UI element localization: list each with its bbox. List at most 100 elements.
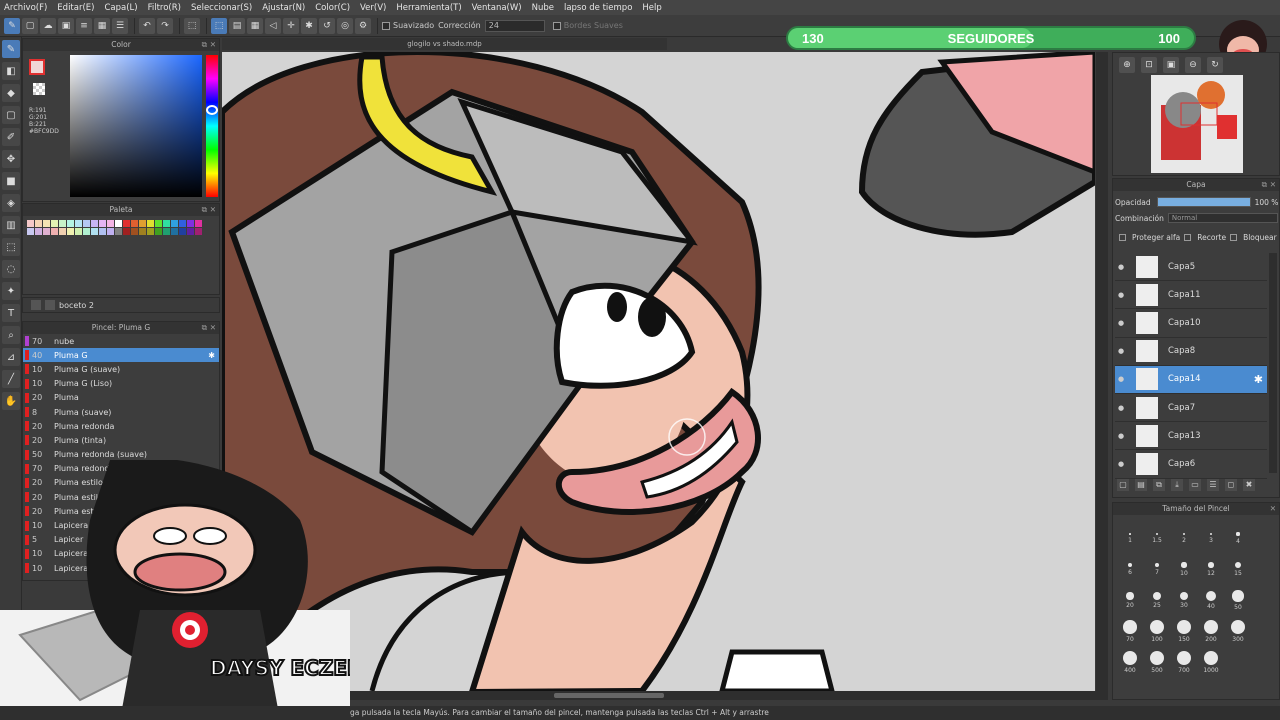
menu-item[interactable]: Ajustar(N) xyxy=(262,3,305,13)
menu-item[interactable]: Herramienta(T) xyxy=(396,3,461,13)
brush-item[interactable]: 8 Pluma (suave) xyxy=(23,405,219,419)
brush-size-option[interactable]: 150 xyxy=(1171,618,1197,645)
cloud-icon[interactable]: ☁ xyxy=(40,17,56,34)
visibility-icon[interactable]: ● xyxy=(1118,404,1130,412)
drawing-canvas[interactable] xyxy=(222,52,1095,691)
palette-swatch[interactable] xyxy=(51,228,58,235)
hand-tool-icon[interactable]: ✋ xyxy=(2,392,20,410)
brush-size-option[interactable]: 70 xyxy=(1117,618,1143,645)
undo-icon[interactable]: ↶ xyxy=(139,17,155,34)
merge-layer-icon[interactable]: ⤓ xyxy=(1171,479,1183,491)
brush-size-option[interactable]: 2 xyxy=(1171,525,1197,552)
palette-swatch[interactable] xyxy=(27,220,34,227)
palette-swatch[interactable] xyxy=(115,220,122,227)
layer-item[interactable]: ● Capa10 xyxy=(1115,309,1267,338)
visibility-icon[interactable]: ● xyxy=(1118,347,1130,355)
hue-slider[interactable] xyxy=(206,55,218,197)
bucket-tool-icon[interactable]: ◈ xyxy=(2,194,20,212)
palette-swatch[interactable] xyxy=(75,228,82,235)
suavizado-checkbox[interactable] xyxy=(382,21,390,30)
foreground-color-swatch[interactable] xyxy=(29,59,45,75)
eraser-tool-icon[interactable]: ◧ xyxy=(2,62,20,80)
layer-menu-icon[interactable]: ☰ xyxy=(1207,479,1219,491)
brush-item[interactable]: 10 Pluma G (Liso) xyxy=(23,377,219,391)
zoom-in-icon[interactable]: ⊕ xyxy=(1119,57,1135,73)
palette-swatch[interactable] xyxy=(91,228,98,235)
visibility-icon[interactable]: ● xyxy=(1118,432,1130,440)
brush-settings-icon[interactable]: ✱ xyxy=(208,351,215,360)
new-vector-layer-icon[interactable]: ▤ xyxy=(1135,479,1147,491)
palette-swatch[interactable] xyxy=(195,220,202,227)
brush-size-option[interactable]: 10 xyxy=(1171,556,1197,583)
brush-size-option[interactable]: 25 xyxy=(1144,587,1170,614)
brush-size-option[interactable]: 100 xyxy=(1144,618,1170,645)
brush-size-option[interactable]: 6 xyxy=(1117,556,1143,583)
brush-item[interactable]: 40 Pluma G ✱ xyxy=(23,348,219,363)
brush-size-option[interactable]: 300 xyxy=(1225,618,1251,645)
layer-settings-icon[interactable]: ✱ xyxy=(1254,373,1263,386)
brush-size-option[interactable]: 200 xyxy=(1198,618,1224,645)
radial-icon[interactable]: ✱ xyxy=(301,17,317,34)
perspective-icon[interactable]: ◁ xyxy=(265,17,281,34)
eyedropper-icon[interactable]: ⊿ xyxy=(2,348,20,366)
palette-swatch[interactable] xyxy=(43,228,50,235)
opacity-slider[interactable] xyxy=(1156,197,1251,207)
menu-item[interactable]: Ver(V) xyxy=(360,3,386,13)
snap-icon[interactable]: ⬚ xyxy=(211,17,227,34)
brush-size-option[interactable]: 20 xyxy=(1117,587,1143,614)
palette-swatch[interactable] xyxy=(131,228,138,235)
menu-item[interactable]: Filtro(R) xyxy=(148,3,181,13)
palette-swatch[interactable] xyxy=(107,228,114,235)
curve-icon[interactable]: ↺ xyxy=(319,17,335,34)
brush-size-option[interactable]: 50 xyxy=(1225,587,1251,614)
palette-swatch[interactable] xyxy=(83,228,90,235)
palette-swatch[interactable] xyxy=(67,228,74,235)
select-tool-icon[interactable]: ⬚ xyxy=(2,238,20,256)
brush-item[interactable]: 20 Pluma xyxy=(23,391,219,405)
palette-swatch[interactable] xyxy=(115,228,122,235)
palette-swatch[interactable] xyxy=(195,228,202,235)
new-layer-icon[interactable]: ▢ xyxy=(1117,479,1129,491)
palette-swatch[interactable] xyxy=(91,220,98,227)
brush-size-option[interactable]: 3 xyxy=(1198,525,1224,552)
brush-size-option[interactable]: 15 xyxy=(1225,556,1251,583)
menu-item[interactable]: Nube xyxy=(532,3,554,13)
palette-swatch[interactable] xyxy=(83,220,90,227)
brush-item[interactable]: 70 nube xyxy=(23,334,219,348)
visibility-icon[interactable]: ● xyxy=(1118,291,1130,299)
grid-icon[interactable]: ▦ xyxy=(94,17,110,34)
palette-swatch[interactable] xyxy=(35,228,42,235)
close-icon[interactable]: ✕ xyxy=(1270,503,1276,515)
layer-scrollbar[interactable] xyxy=(1269,253,1277,473)
zoom-actual-icon[interactable]: ▣ xyxy=(1163,57,1179,73)
palette-swatch[interactable] xyxy=(67,220,74,227)
menu-item[interactable]: Seleccionar(S) xyxy=(191,3,252,13)
visibility-icon[interactable]: ● xyxy=(1118,460,1130,468)
dock-icon[interactable]: ⧉ xyxy=(202,204,207,216)
symmetry-icon[interactable]: ✛ xyxy=(283,17,299,34)
visibility-icon[interactable]: ● xyxy=(1118,375,1130,383)
hue-marker[interactable] xyxy=(206,105,218,115)
line-tool-icon[interactable]: ╱ xyxy=(2,370,20,388)
palette-swatch[interactable] xyxy=(27,228,34,235)
palette-swatch[interactable] xyxy=(123,220,130,227)
dock-icon[interactable]: ⧉ xyxy=(202,322,207,334)
brush-size-option[interactable]: 500 xyxy=(1144,649,1170,676)
redo-icon[interactable]: ↷ xyxy=(157,17,173,34)
close-icon[interactable]: ✕ xyxy=(210,322,216,334)
layer-item[interactable]: ● Capa6 xyxy=(1115,450,1267,479)
palette-swatch[interactable] xyxy=(123,228,130,235)
layer-name-text[interactable]: boceto 2 xyxy=(59,301,94,310)
zoom-out-icon[interactable]: ⊖ xyxy=(1185,57,1201,73)
palette-swatch[interactable] xyxy=(171,228,178,235)
lock-checkbox[interactable] xyxy=(1230,234,1238,241)
trash-icon[interactable] xyxy=(45,300,55,310)
canvas-tab[interactable]: glogilo vs shado.mdp xyxy=(222,38,667,50)
palette-swatch[interactable] xyxy=(35,220,42,227)
rect-tool-icon[interactable]: ▢ xyxy=(2,106,20,124)
zoom-fit-icon[interactable]: ⊡ xyxy=(1141,57,1157,73)
palette-swatch[interactable] xyxy=(187,220,194,227)
correccion-input[interactable]: 24 xyxy=(484,19,545,32)
layer-item[interactable]: ● Capa13 xyxy=(1115,422,1267,451)
dock-icon[interactable]: ⧉ xyxy=(1262,179,1267,191)
